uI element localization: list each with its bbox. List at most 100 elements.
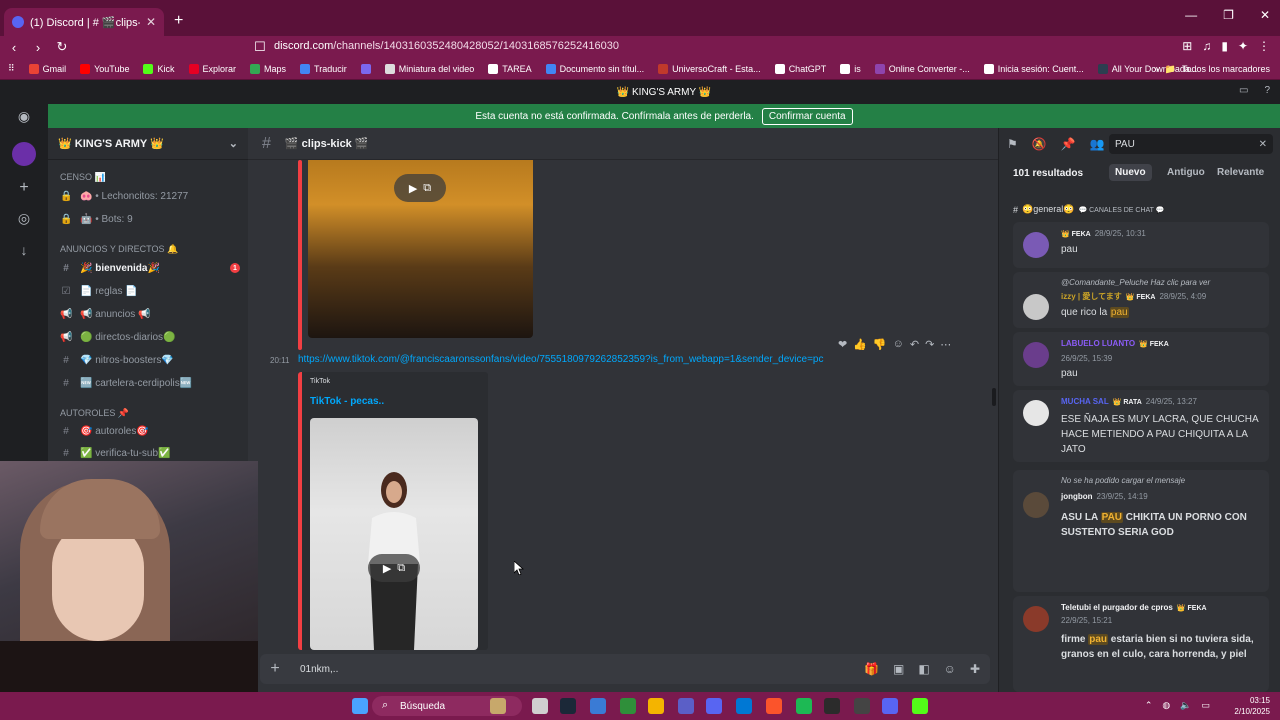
members-icon[interactable]: 👥 — [1090, 137, 1105, 151]
thumbs-up-icon[interactable]: 👍 — [853, 338, 867, 351]
start-icon[interactable] — [352, 698, 368, 714]
avatar[interactable] — [1023, 400, 1049, 426]
battery-icon[interactable]: ▭ — [1201, 700, 1210, 711]
channel-directos-diarios[interactable]: 📢 🟢 directos-diarios🟢 — [58, 327, 240, 347]
menu-icon[interactable]: ⋮ — [1258, 39, 1270, 53]
sidebar-icon[interactable]: ▮ — [1221, 39, 1228, 53]
guild-header[interactable]: 👑 KING'S ARMY 👑 ⌄ — [48, 128, 248, 160]
forward-icon[interactable]: ↷ — [925, 338, 934, 351]
message-composer[interactable]: + 01nkm,.. 🎁 ▣ ◧ ☺ ✚ — [260, 654, 990, 684]
chevron-double-icon[interactable]: » — [1154, 64, 1159, 75]
widget-icon[interactable] — [490, 698, 506, 714]
close-window-icon[interactable]: ✕ — [1260, 8, 1270, 22]
author-name[interactable]: izzy | 愛してます — [1061, 291, 1122, 302]
chevron-up-icon[interactable]: ⌃ — [1145, 700, 1153, 711]
category-autoroles[interactable]: AUTOROLES 📌 — [60, 408, 129, 419]
confirm-account-button[interactable]: Confirmar cuenta — [761, 107, 853, 125]
apps-icon[interactable]: ⠿ — [8, 63, 15, 74]
avatar[interactable] — [1023, 342, 1049, 368]
author-name[interactable]: LABUELO LUANTO — [1061, 339, 1135, 348]
close-icon[interactable]: ✕ — [1259, 139, 1267, 150]
bookmark-14[interactable]: Inicia sesión: Cuent... — [983, 63, 1084, 74]
threads-icon[interactable]: ⚑ — [1007, 137, 1018, 151]
mute-icon[interactable]: 🔕 — [1032, 137, 1047, 151]
reload-icon[interactable]: ↻ — [52, 39, 72, 55]
thumbs-down-icon[interactable]: 👎 — [873, 338, 887, 351]
bookmark-3[interactable]: Explorar — [188, 63, 236, 74]
network-icon[interactable]: ◍ — [1162, 700, 1170, 711]
search-result[interactable]: 👑 FEKA 28/9/25, 10:31 pau — [1013, 222, 1269, 268]
search-result[interactable]: @Comandante_Peluche Haz clic para ver iz… — [1013, 272, 1269, 328]
search-result[interactable]: No se ha podido cargar el mensaje jongbo… — [1013, 470, 1269, 592]
chat-scrollbar[interactable] — [992, 388, 996, 406]
sort-newest[interactable]: Nuevo — [1109, 164, 1152, 181]
url-field[interactable]: discord.com/channels/1403160352480428052… — [274, 40, 619, 52]
minimize-icon[interactable]: — — [1185, 8, 1197, 22]
brave-icon[interactable] — [766, 698, 782, 714]
bookmark-icon[interactable]: ☐ — [250, 39, 270, 55]
file-explorer-icon[interactable] — [648, 698, 664, 714]
discord-active-icon[interactable] — [882, 698, 898, 714]
github-icon[interactable] — [854, 698, 870, 714]
download-icon[interactable]: ↓ — [12, 238, 36, 262]
restore-icon[interactable]: ❐ — [1223, 8, 1234, 22]
avatar[interactable] — [1023, 492, 1049, 518]
server-icon-kings-army[interactable] — [12, 142, 36, 166]
obs-icon[interactable] — [824, 698, 840, 714]
help-icon[interactable]: ? — [1264, 85, 1270, 96]
discord-home-icon[interactable]: ◉ — [12, 104, 36, 128]
reaction-icon[interactable]: ❤ — [838, 338, 847, 351]
gif-icon[interactable]: ▣ — [893, 662, 904, 676]
teams-icon[interactable] — [678, 698, 694, 714]
video-embed-2[interactable]: ▶ ⧉ — [310, 418, 478, 650]
back-icon[interactable]: ‹ — [4, 40, 24, 55]
spotify-icon[interactable] — [796, 698, 812, 714]
bookmark-2[interactable]: Kick — [143, 63, 175, 74]
bookmark-6[interactable] — [360, 63, 371, 74]
result-group-header[interactable]: # 😳general😳 💬 CANALES DE CHAT 💬 — [1013, 204, 1164, 215]
author-name[interactable]: Teletubi el purgador de cpros — [1061, 603, 1173, 612]
bookmark-8[interactable]: TAREA — [488, 63, 532, 74]
more-icon[interactable]: ⋯ — [940, 338, 951, 351]
search-result[interactable]: Teletubi el purgador de cpros 👑 FEKA 22/9… — [1013, 596, 1269, 692]
avatar[interactable] — [1023, 606, 1049, 632]
browser-tab-discord[interactable]: (1) Discord | # 🎬clips-kick🎬 | ’ ✕ — [4, 8, 164, 36]
author-name[interactable]: MUCHA SAL — [1061, 397, 1109, 406]
bookmark-13[interactable]: Online Converter -... — [874, 63, 970, 74]
search-result[interactable]: MUCHA SAL 👑 RATA 24/9/25, 13:27 ESE ÑAJA E… — [1013, 390, 1269, 462]
inbox-icon[interactable]: ▭ — [1239, 85, 1248, 96]
emoji-icon[interactable]: ☺ — [944, 662, 956, 676]
add-server-icon[interactable]: + — [12, 176, 36, 200]
task-view-icon[interactable] — [532, 698, 548, 714]
reply-icon[interactable]: ↶ — [910, 338, 919, 351]
bookmark-1[interactable]: YouTube — [80, 63, 129, 74]
forward-icon[interactable]: › — [28, 40, 48, 55]
music-icon[interactable]: ♫ — [1202, 39, 1211, 53]
sort-relevant[interactable]: Relevante — [1211, 164, 1270, 181]
steam-icon[interactable] — [560, 698, 576, 714]
bookmark-7[interactable]: Miniatura del video — [384, 63, 474, 74]
bookmark-9[interactable]: Documento sin títul... — [545, 63, 644, 74]
channel-bots[interactable]: 🔒 🤖 • Bots: 9 — [58, 209, 240, 229]
author-name[interactable]: jongbon — [1061, 492, 1093, 501]
volume-icon[interactable]: 🔈 — [1180, 700, 1191, 711]
reply-reference[interactable]: @Comandante_Peluche Haz clic para ver — [1061, 278, 1210, 287]
category-censo[interactable]: CENSO 📊 — [60, 172, 106, 183]
pin-icon[interactable]: 📌 — [1061, 137, 1076, 151]
copilot-icon[interactable] — [590, 698, 606, 714]
category-anuncios[interactable]: ANUNCIOS Y DIRECTOS 🔔 — [60, 244, 178, 255]
channel-verifica[interactable]: # ✅ verifica-tu-sub✅ — [58, 443, 240, 463]
add-reaction-icon[interactable]: ☺ — [893, 338, 904, 351]
taskbar-clock[interactable]: 03:15 2/10/2025 — [1234, 695, 1270, 717]
attach-plus-icon[interactable]: + — [260, 660, 290, 678]
search-input[interactable]: PAU ✕ — [1109, 134, 1273, 154]
minecraft-icon[interactable] — [620, 698, 636, 714]
sort-oldest[interactable]: Antiguo — [1161, 164, 1211, 181]
bookmark-12[interactable]: is — [840, 63, 861, 74]
channel-autoroles[interactable]: # 🎯 autoroles🎯 — [58, 421, 240, 441]
apps-icon[interactable]: ✚ — [970, 662, 980, 676]
avatar[interactable] — [1023, 232, 1049, 258]
avatar[interactable] — [1023, 294, 1049, 320]
close-tab-icon[interactable]: ✕ — [146, 15, 156, 29]
bookmark-11[interactable]: ChatGPT — [774, 63, 826, 74]
